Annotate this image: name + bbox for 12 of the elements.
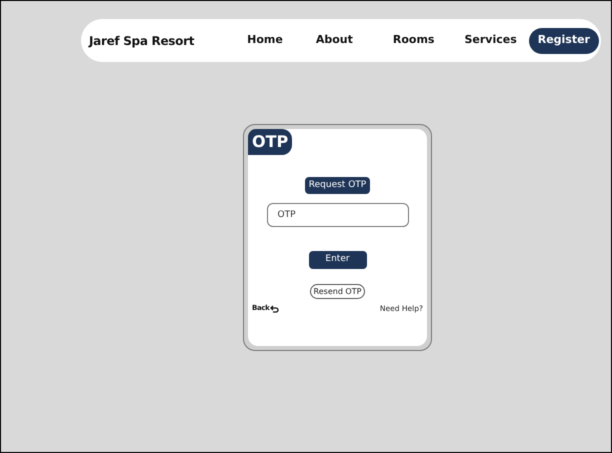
brand-name[interactable]: Jaref Spa Resort — [89, 32, 194, 50]
request-otp-button[interactable]: Request OTP — [304, 177, 370, 194]
return-arrow-icon — [270, 304, 280, 313]
card-title: OTP — [248, 129, 292, 155]
otp-input-field[interactable]: OTP — [266, 203, 408, 227]
nav-link[interactable]: Home — [247, 32, 283, 49]
register-button[interactable]: Register — [528, 28, 599, 54]
enter-button[interactable]: Enter — [308, 251, 366, 269]
nav-link[interactable]: About — [316, 32, 353, 49]
nav-link[interactable]: Rooms — [392, 32, 434, 49]
resend-otp-button[interactable]: Resend OTP — [310, 284, 366, 299]
nav-link[interactable]: Services — [464, 32, 517, 49]
